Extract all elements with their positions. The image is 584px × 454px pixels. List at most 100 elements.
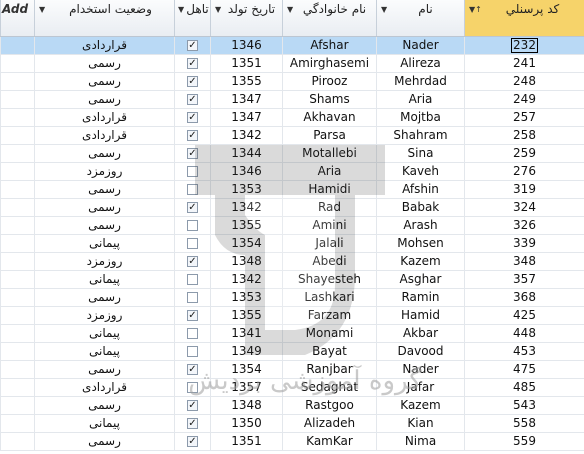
cell-birth[interactable]: 1354 (210, 235, 282, 253)
married-checkbox[interactable] (187, 346, 198, 357)
married-checkbox[interactable] (187, 274, 198, 285)
cell-name[interactable]: Nima (376, 433, 464, 451)
cell-status[interactable]: رسمی (34, 145, 174, 163)
married-checkbox[interactable]: ✓ (187, 94, 198, 105)
cell-status[interactable]: پیمانی (34, 235, 174, 253)
married-checkbox[interactable]: ✓ (187, 202, 198, 213)
cell-name[interactable]: Asghar (376, 271, 464, 289)
cell-add-field[interactable] (0, 343, 34, 361)
cell-married[interactable] (174, 271, 210, 289)
cell-family[interactable]: Akhavan (282, 109, 376, 127)
cell-birth[interactable]: 1341 (210, 325, 282, 343)
cell-married[interactable] (174, 289, 210, 307)
cell-status[interactable]: رسمی (34, 73, 174, 91)
cell-name[interactable]: Aria (376, 91, 464, 109)
cell-birth[interactable]: 1346 (210, 163, 282, 181)
cell-name[interactable]: Babak (376, 199, 464, 217)
cell-add-field[interactable] (0, 235, 34, 253)
cell-married[interactable]: ✓ (174, 253, 210, 271)
cell-add-field[interactable] (0, 199, 34, 217)
cell-birth[interactable]: 1342 (210, 127, 282, 145)
table-row[interactable]: روزمزد 1346 Aria Kaveh 276 (0, 163, 584, 181)
married-checkbox[interactable]: ✓ (187, 40, 198, 51)
cell-add-field[interactable] (0, 253, 34, 271)
header-birth-year[interactable]: ▼ تاريخ تولد (210, 0, 282, 36)
cell-family[interactable]: Ranjbar (282, 361, 376, 379)
cell-married[interactable] (174, 235, 210, 253)
married-checkbox[interactable] (187, 292, 198, 303)
cell-family[interactable]: Hamidi (282, 181, 376, 199)
cell-name[interactable]: Nader (376, 361, 464, 379)
cell-family[interactable]: Rad (282, 199, 376, 217)
cell-code[interactable]: 475 (464, 361, 584, 379)
cell-add-field[interactable] (0, 433, 34, 451)
add-new-field-header[interactable]: Add (0, 0, 34, 36)
cell-married[interactable]: ✓ (174, 145, 210, 163)
cell-family[interactable]: Shams (282, 91, 376, 109)
cell-add-field[interactable] (0, 217, 34, 235)
cell-name[interactable]: Kazem (376, 253, 464, 271)
cell-status[interactable]: رسمی (34, 397, 174, 415)
cell-code[interactable]: 485 (464, 379, 584, 397)
cell-family[interactable]: Parsa (282, 127, 376, 145)
cell-family[interactable]: Monami (282, 325, 376, 343)
cell-status[interactable]: قراردادی (34, 379, 174, 397)
cell-add-field[interactable] (0, 325, 34, 343)
cell-family[interactable]: Abedi (282, 253, 376, 271)
cell-family[interactable]: Motallebi (282, 145, 376, 163)
cell-code[interactable]: 326 (464, 217, 584, 235)
cell-birth[interactable]: 1350 (210, 415, 282, 433)
cell-name[interactable]: Kaveh (376, 163, 464, 181)
cell-married[interactable] (174, 181, 210, 199)
cell-code[interactable]: 348 (464, 253, 584, 271)
header-first-name[interactable]: ▼ نام (376, 0, 464, 36)
cell-birth[interactable]: 1348 (210, 397, 282, 415)
header-personnel-code[interactable]: ▼↑ کد پرسنلي (464, 0, 584, 36)
cell-family[interactable]: Alizadeh (282, 415, 376, 433)
cell-status[interactable]: رسمی (34, 181, 174, 199)
cell-code[interactable]: 257 (464, 109, 584, 127)
married-checkbox[interactable] (187, 184, 198, 195)
cell-code[interactable]: 319 (464, 181, 584, 199)
cell-birth[interactable]: 1347 (210, 91, 282, 109)
married-checkbox[interactable]: ✓ (187, 364, 198, 375)
table-row[interactable]: پیمانی 1349 Bayat Davood 453 (0, 343, 584, 361)
header-employment-status[interactable]: ▼ وضعيت استخدام (34, 0, 174, 36)
cell-family[interactable]: Bayat (282, 343, 376, 361)
cell-add-field[interactable] (0, 163, 34, 181)
cell-status[interactable]: قراردادی (34, 109, 174, 127)
cell-code[interactable]: 241 (464, 55, 584, 73)
cell-birth[interactable]: 1357 (210, 379, 282, 397)
cell-married[interactable]: ✓ (174, 109, 210, 127)
married-checkbox[interactable]: ✓ (187, 400, 198, 411)
cell-family[interactable]: Farzam (282, 307, 376, 325)
cell-married[interactable] (174, 379, 210, 397)
cell-add-field[interactable] (0, 91, 34, 109)
cell-family[interactable]: Sedaghat (282, 379, 376, 397)
table-row[interactable]: پیمانی 1341 Monami Akbar 448 (0, 325, 584, 343)
cell-family[interactable]: Amirghasemi (282, 55, 376, 73)
cell-code[interactable]: 232 (464, 37, 584, 55)
cell-add-field[interactable] (0, 55, 34, 73)
table-row[interactable]: روزمزد ✓ 1355 Farzam Hamid 425 (0, 307, 584, 325)
cell-add-field[interactable] (0, 127, 34, 145)
cell-add-field[interactable] (0, 307, 34, 325)
table-row[interactable]: قراردادی ✓ 1346 Afshar Nader 232 (0, 37, 584, 55)
cell-married[interactable]: ✓ (174, 199, 210, 217)
cell-code[interactable]: 559 (464, 433, 584, 451)
cell-birth[interactable]: 1351 (210, 433, 282, 451)
cell-family[interactable]: Jalali (282, 235, 376, 253)
cell-name[interactable]: Alireza (376, 55, 464, 73)
cell-birth[interactable]: 1355 (210, 217, 282, 235)
married-checkbox[interactable]: ✓ (187, 148, 198, 159)
cell-family[interactable]: Lashkari (282, 289, 376, 307)
cell-code[interactable]: 357 (464, 271, 584, 289)
cell-status[interactable]: پیمانی (34, 343, 174, 361)
cell-add-field[interactable] (0, 37, 34, 55)
cell-code[interactable]: 425 (464, 307, 584, 325)
cell-married[interactable]: ✓ (174, 55, 210, 73)
cell-code[interactable]: 448 (464, 325, 584, 343)
cell-code[interactable]: 339 (464, 235, 584, 253)
table-row[interactable]: رسمی 1353 Lashkari Ramin 368 (0, 289, 584, 307)
cell-birth[interactable]: 1342 (210, 271, 282, 289)
